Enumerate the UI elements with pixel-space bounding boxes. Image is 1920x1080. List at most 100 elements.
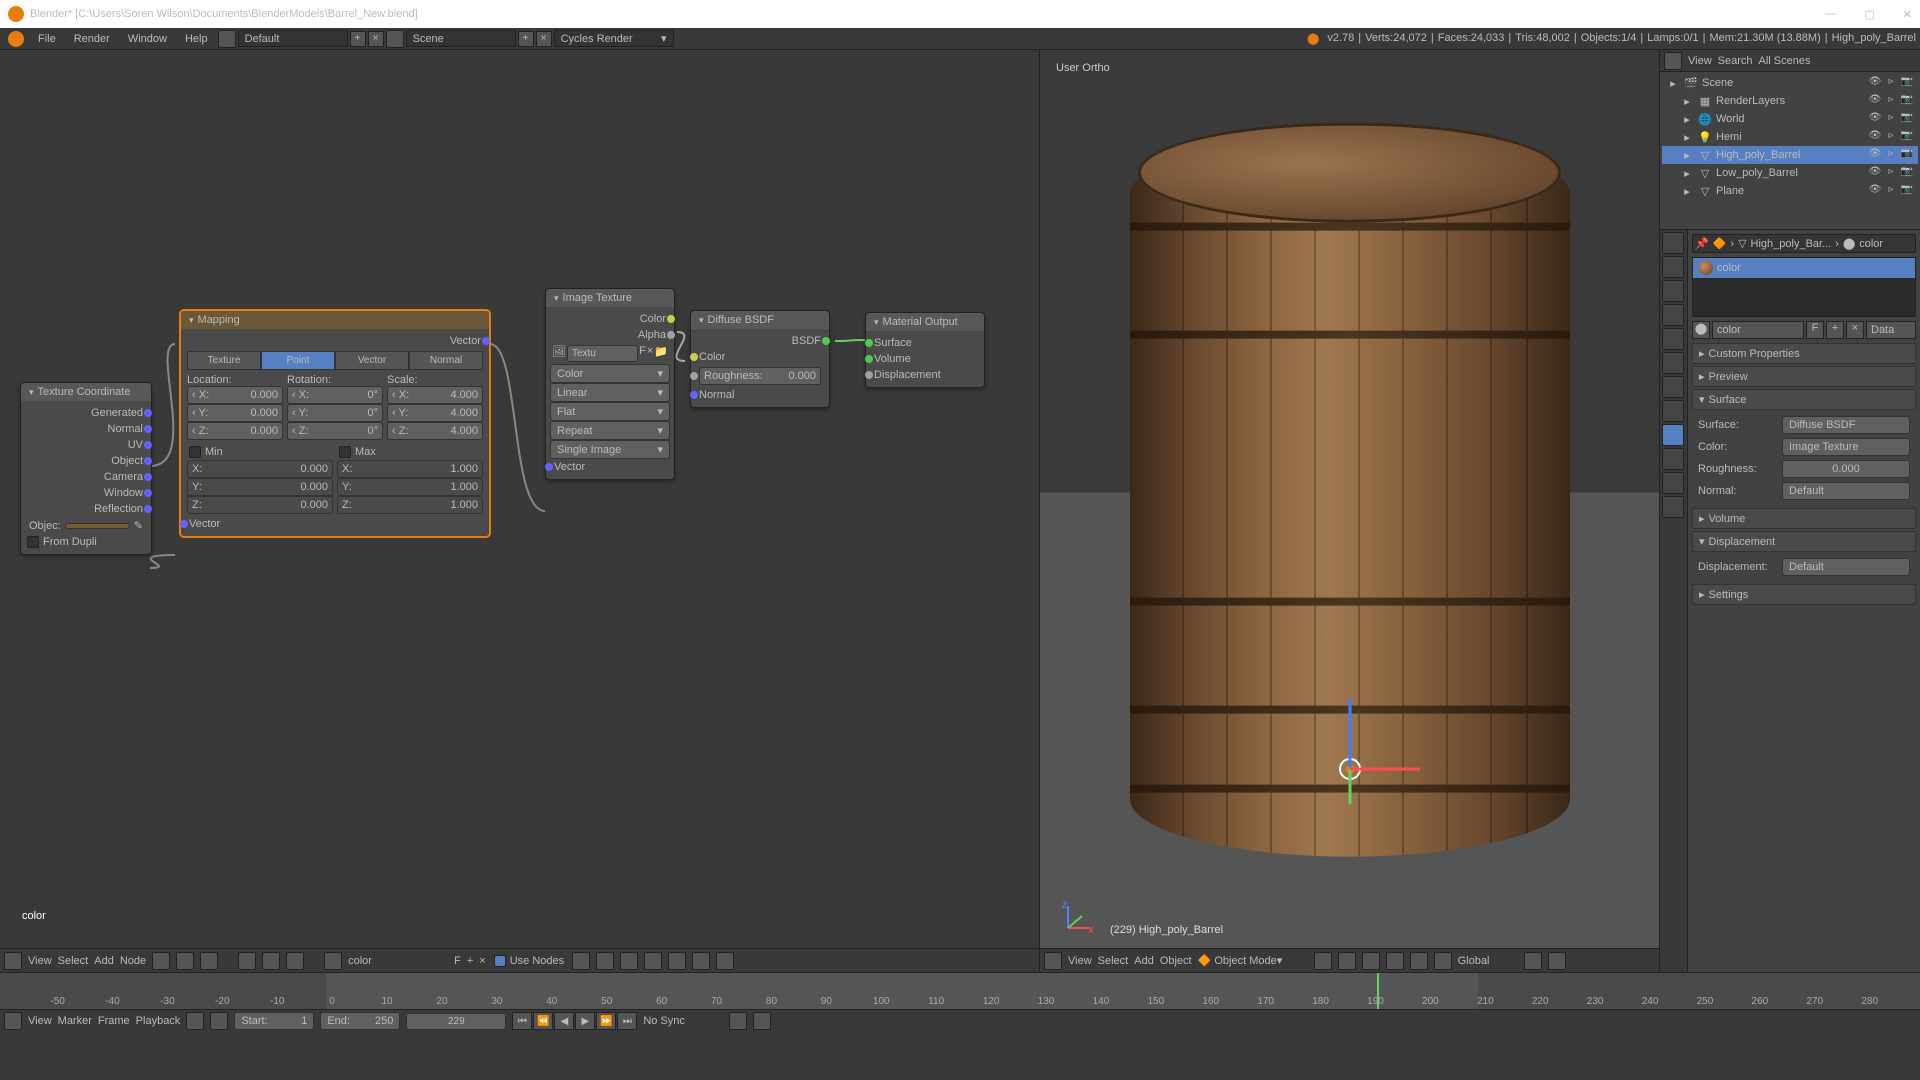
loc-x[interactable]: ‹ X:0.000 bbox=[187, 386, 283, 404]
editor-type-icon[interactable] bbox=[4, 1012, 22, 1030]
selectable-toggle[interactable]: ▹ bbox=[1884, 112, 1898, 126]
scene-icon[interactable] bbox=[386, 30, 404, 48]
breadcrumb-material[interactable]: color bbox=[1859, 238, 1883, 250]
surface-dropdown[interactable]: Diffuse BSDF bbox=[1782, 416, 1910, 434]
tl-frame-menu[interactable]: Frame bbox=[98, 1015, 130, 1027]
screen-layout-field[interactable]: Default bbox=[238, 30, 348, 47]
node-diffuse-bsdf[interactable]: ▾Diffuse BSDF BSDF Color Roughness:0.000… bbox=[690, 310, 830, 408]
close-button[interactable]: ✕ bbox=[1903, 8, 1912, 21]
snap-icon[interactable] bbox=[620, 952, 638, 970]
tab-texture[interactable] bbox=[1662, 448, 1684, 470]
loc-z[interactable]: ‹ Z:0.000 bbox=[187, 422, 283, 440]
file-menu[interactable]: File bbox=[30, 31, 64, 47]
selectable-toggle[interactable]: ▹ bbox=[1884, 184, 1898, 198]
tab-physics[interactable] bbox=[1662, 496, 1684, 518]
material-slot-row[interactable]: color bbox=[1693, 258, 1915, 278]
shading-mode-icon[interactable] bbox=[1314, 952, 1332, 970]
expand-icon[interactable]: ▸ bbox=[1680, 148, 1694, 162]
image-name-field[interactable]: Textu bbox=[567, 345, 638, 362]
material-name-field[interactable]: color bbox=[1712, 321, 1804, 339]
expand-icon[interactable]: ▸ bbox=[1666, 76, 1680, 90]
keyframe-next-button[interactable]: ⏩ bbox=[596, 1012, 616, 1030]
expand-icon[interactable]: ▸ bbox=[1680, 184, 1694, 198]
tab-material[interactable] bbox=[1662, 424, 1684, 446]
vp-select-menu[interactable]: Select bbox=[1098, 955, 1129, 967]
loc-y[interactable]: ‹ Y:0.000 bbox=[187, 404, 283, 422]
start-frame-field[interactable]: Start:1 bbox=[234, 1012, 314, 1030]
gizmo-x-axis[interactable] bbox=[1350, 768, 1420, 771]
tab-point[interactable]: Point bbox=[261, 351, 335, 370]
snap-type-icon[interactable] bbox=[644, 952, 662, 970]
follow-icon[interactable] bbox=[210, 1012, 228, 1030]
render-engine-dropdown[interactable]: Cycles Render▾ bbox=[554, 30, 674, 47]
keyingset-icon[interactable] bbox=[753, 1012, 771, 1030]
use-nodes-checkbox[interactable] bbox=[494, 955, 506, 967]
jump-start-button[interactable]: ⏮ bbox=[512, 1012, 532, 1030]
color-dropdown[interactable]: Image Texture bbox=[1782, 438, 1910, 456]
tab-particles[interactable] bbox=[1662, 472, 1684, 494]
play-reverse-button[interactable]: ◀ bbox=[554, 1012, 574, 1030]
roughness-field[interactable]: 0.000 bbox=[1782, 460, 1910, 478]
editor-type-icon[interactable] bbox=[4, 952, 22, 970]
breadcrumb-object[interactable]: High_poly_Bar... bbox=[1751, 238, 1832, 250]
projection-dropdown[interactable]: Flat▾ bbox=[550, 402, 670, 421]
material-unlink[interactable]: × bbox=[1846, 321, 1864, 339]
material-link-dropdown[interactable]: Data bbox=[1866, 321, 1916, 339]
renderable-toggle[interactable]: 📷 bbox=[1900, 166, 1914, 180]
visibility-toggle[interactable]: 👁 bbox=[1868, 130, 1882, 144]
from-dupli-checkbox[interactable] bbox=[27, 536, 39, 548]
manip-translate-icon[interactable] bbox=[1386, 952, 1404, 970]
rot-x[interactable]: ‹ X:0° bbox=[287, 386, 383, 404]
pivot-icon[interactable] bbox=[1338, 952, 1356, 970]
tab-texture[interactable]: Texture bbox=[187, 351, 261, 370]
selectable-toggle[interactable]: ▹ bbox=[1884, 166, 1898, 180]
colorspace-dropdown[interactable]: Color▾ bbox=[550, 364, 670, 383]
layers-grid-icon[interactable] bbox=[1548, 952, 1566, 970]
orientation-dropdown[interactable]: Global bbox=[1458, 955, 1518, 967]
source-dropdown[interactable]: Single Image▾ bbox=[550, 440, 670, 459]
paste-icon[interactable] bbox=[692, 952, 710, 970]
visibility-toggle[interactable]: 👁 bbox=[1868, 94, 1882, 108]
ne-node-menu[interactable]: Node bbox=[120, 955, 146, 967]
mat-add[interactable]: + bbox=[467, 955, 473, 967]
tree-row-low-poly-barrel[interactable]: ▸▽Low_poly_Barrel👁▹📷 bbox=[1662, 164, 1918, 182]
del-layout-button[interactable]: × bbox=[368, 31, 384, 47]
material-add[interactable]: + bbox=[1826, 321, 1844, 339]
3d-viewport[interactable]: User Ortho (229) High_poly_Barrel zx bbox=[1040, 50, 1659, 972]
eyedropper-icon[interactable]: ✎ bbox=[134, 519, 143, 532]
panel-custom-properties[interactable]: ▸Custom Properties bbox=[1692, 343, 1916, 364]
tab-object[interactable] bbox=[1662, 328, 1684, 350]
expand-icon[interactable]: ▸ bbox=[1680, 130, 1694, 144]
rot-z[interactable]: ‹ Z:0° bbox=[287, 422, 383, 440]
editor-type-icon[interactable] bbox=[1044, 952, 1062, 970]
tab-data[interactable] bbox=[1662, 400, 1684, 422]
panel-surface[interactable]: ▾Surface bbox=[1692, 389, 1916, 410]
image-browse-icon[interactable]: 🖼 bbox=[552, 345, 566, 362]
tab-normal[interactable]: Normal bbox=[409, 351, 483, 370]
selectable-toggle[interactable]: ▹ bbox=[1884, 94, 1898, 108]
scale-y[interactable]: ‹ Y:4.000 bbox=[387, 404, 483, 422]
node-image-texture[interactable]: ▾Image Texture Color Alpha 🖼 Textu F × 📁… bbox=[545, 288, 675, 480]
visibility-toggle[interactable]: 👁 bbox=[1868, 148, 1882, 162]
current-frame-field[interactable]: 229 bbox=[406, 1013, 506, 1030]
copy-icon[interactable] bbox=[668, 952, 686, 970]
3d-gizmo[interactable] bbox=[1339, 758, 1361, 780]
auto-render-icon[interactable] bbox=[716, 952, 734, 970]
scale-z[interactable]: ‹ Z:4.000 bbox=[387, 422, 483, 440]
renderable-toggle[interactable]: 📷 bbox=[1900, 130, 1914, 144]
selectable-toggle[interactable]: ▹ bbox=[1884, 148, 1898, 162]
displacement-dropdown[interactable]: Default bbox=[1782, 558, 1910, 576]
node-mapping[interactable]: ▾Mapping Vector Texture Point Vector Nor… bbox=[180, 310, 490, 537]
outliner-display-mode[interactable]: All Scenes bbox=[1759, 55, 1839, 67]
unlink-button[interactable]: × bbox=[647, 345, 653, 362]
visibility-toggle[interactable]: 👁 bbox=[1868, 166, 1882, 180]
ne-add-menu[interactable]: Add bbox=[94, 955, 114, 967]
material-browse-icon[interactable] bbox=[324, 952, 342, 970]
rot-y[interactable]: ‹ Y:0° bbox=[287, 404, 383, 422]
shader-type-object-icon[interactable] bbox=[238, 952, 256, 970]
material-fake-user[interactable]: F bbox=[1806, 321, 1824, 339]
tree-row-renderlayers[interactable]: ▸▦RenderLayers👁▹📷 bbox=[1662, 92, 1918, 110]
jump-end-button[interactable]: ⏭ bbox=[617, 1012, 637, 1030]
window-menu[interactable]: Window bbox=[120, 31, 175, 47]
ne-view-menu[interactable]: View bbox=[28, 955, 52, 967]
